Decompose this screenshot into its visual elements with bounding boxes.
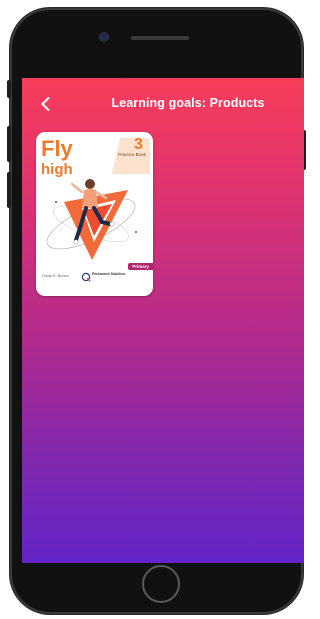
home-button[interactable]: [142, 565, 180, 603]
cover-illustration: [46, 179, 137, 260]
volume-down-button: [7, 172, 11, 208]
volume-up-button: [7, 126, 11, 162]
app-screen: Learning goals: Products Fly high 3 Prac…: [22, 78, 304, 563]
front-camera: [100, 33, 108, 41]
page-title: Learning goals: Products: [111, 96, 265, 110]
back-button[interactable]: [36, 94, 56, 114]
mute-switch: [7, 80, 11, 98]
publisher-name: Richmond Solution: [92, 272, 125, 276]
book-type-label: Practice Book: [118, 152, 146, 157]
author-name: Giulia G. Boneo: [42, 274, 69, 278]
publisher-logo-icon: [81, 272, 91, 282]
level-tag: Primary: [128, 263, 153, 270]
product-card[interactable]: Fly high 3 Practice Book Giulia G. Boneo: [36, 132, 153, 296]
chevron-left-icon: [41, 97, 50, 111]
cover-title-line1: Fly: [41, 136, 73, 161]
earpiece-speaker: [131, 36, 189, 40]
